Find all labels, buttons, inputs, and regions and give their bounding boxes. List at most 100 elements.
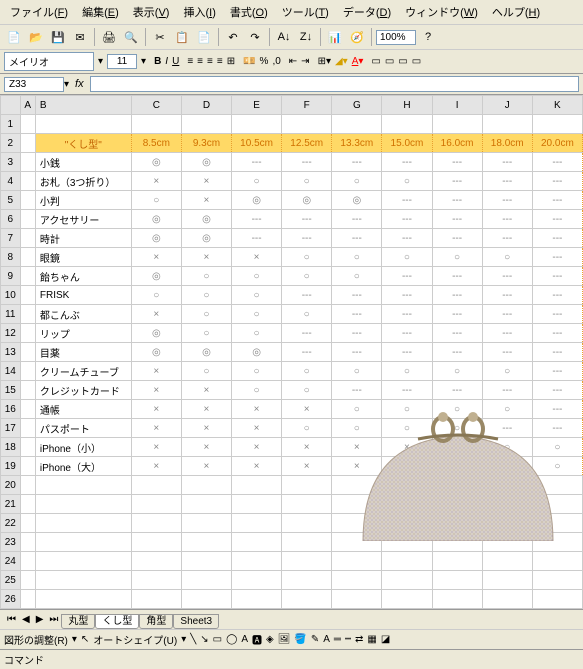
data-cell[interactable]: ○: [532, 457, 582, 476]
data-cell[interactable]: ---: [482, 191, 532, 210]
arrowstyle-icon[interactable]: ⇄: [355, 634, 363, 645]
data-cell[interactable]: ---: [382, 210, 432, 229]
data-cell[interactable]: ◎: [131, 324, 181, 343]
data-cell[interactable]: ---: [482, 381, 532, 400]
arrow-icon[interactable]: ↘: [200, 634, 208, 645]
data-cell[interactable]: ○: [482, 457, 532, 476]
data-cell[interactable]: ○: [131, 191, 181, 210]
data-cell[interactable]: ---: [382, 191, 432, 210]
clipart-icon[interactable]: 🖼: [278, 634, 291, 645]
sheet-tab[interactable]: くし型: [95, 614, 139, 629]
data-cell[interactable]: ○: [181, 305, 231, 324]
data-cell[interactable]: ○: [382, 172, 432, 191]
data-cell[interactable]: ---: [432, 381, 482, 400]
data-cell[interactable]: ---: [432, 210, 482, 229]
data-cell[interactable]: ○: [332, 419, 382, 438]
row-header[interactable]: 12: [1, 324, 21, 343]
merge-icon[interactable]: ⊞: [227, 56, 235, 67]
row-header[interactable]: 10: [1, 286, 21, 305]
extra-3-icon[interactable]: ▭: [398, 56, 407, 67]
row-header[interactable]: 9: [1, 267, 21, 286]
row-header[interactable]: 11: [1, 305, 21, 324]
data-cell[interactable]: ○: [131, 286, 181, 305]
data-cell[interactable]: ○: [232, 305, 282, 324]
fill-color-icon[interactable]: ◢▾: [335, 56, 348, 67]
textbox-icon[interactable]: A: [241, 634, 248, 645]
data-cell[interactable]: ○: [282, 248, 332, 267]
data-cell[interactable]: ---: [482, 324, 532, 343]
data-cell[interactable]: ---: [332, 286, 382, 305]
data-cell[interactable]: ---: [232, 210, 282, 229]
data-cell[interactable]: ---: [432, 229, 482, 248]
data-cell[interactable]: ×: [131, 438, 181, 457]
data-cell[interactable]: ○: [181, 362, 231, 381]
sort-desc-icon[interactable]: Z↓: [296, 27, 316, 47]
font-size-select[interactable]: 11: [107, 54, 137, 69]
new-icon[interactable]: 📄: [4, 27, 24, 47]
data-cell[interactable]: ○: [332, 400, 382, 419]
italic-icon[interactable]: I: [165, 56, 168, 67]
fillcolor-draw-icon[interactable]: 🪣: [294, 634, 306, 645]
data-cell[interactable]: ×: [181, 172, 231, 191]
shadow-icon[interactable]: ▦: [367, 634, 376, 645]
data-cell[interactable]: ◎: [282, 191, 332, 210]
fx-icon[interactable]: fx: [75, 78, 84, 90]
data-cell[interactable]: ○: [282, 305, 332, 324]
col-header[interactable]: K: [532, 96, 582, 115]
data-cell[interactable]: ○: [232, 362, 282, 381]
wordart-icon[interactable]: 🅰: [252, 632, 262, 647]
menu-item[interactable]: ツール(T): [276, 2, 335, 22]
data-cell[interactable]: ×: [232, 457, 282, 476]
row-header[interactable]: 7: [1, 229, 21, 248]
dashstyle-icon[interactable]: ┅: [345, 634, 351, 645]
data-cell[interactable]: ---: [482, 172, 532, 191]
data-cell[interactable]: ○: [382, 248, 432, 267]
data-cell[interactable]: ×: [232, 419, 282, 438]
data-cell[interactable]: ---: [532, 343, 582, 362]
row-header[interactable]: 20: [1, 476, 21, 495]
data-cell[interactable]: ---: [332, 153, 382, 172]
tab-next-icon[interactable]: ▶: [33, 614, 47, 625]
cut-icon[interactable]: ✂: [150, 27, 170, 47]
menu-item[interactable]: 表示(V): [127, 2, 176, 22]
oval-icon[interactable]: ◯: [226, 634, 237, 645]
data-cell[interactable]: ○: [282, 267, 332, 286]
line-icon[interactable]: ╲: [190, 634, 196, 645]
linecolor-draw-icon[interactable]: ✎: [311, 634, 319, 645]
extra-4-icon[interactable]: ▭: [412, 56, 421, 67]
data-cell[interactable]: ---: [332, 229, 382, 248]
tab-first-icon[interactable]: ⏮: [4, 614, 19, 625]
row-header[interactable]: 25: [1, 571, 21, 590]
paste-icon[interactable]: 📄: [194, 27, 214, 47]
data-cell[interactable]: ---: [332, 381, 382, 400]
data-cell[interactable]: ○: [382, 419, 432, 438]
data-cell[interactable]: ◎: [181, 229, 231, 248]
row-header[interactable]: 17: [1, 419, 21, 438]
data-cell[interactable]: ---: [532, 172, 582, 191]
data-cell[interactable]: ---: [232, 229, 282, 248]
row-header[interactable]: 15: [1, 381, 21, 400]
data-cell[interactable]: ×: [181, 381, 231, 400]
data-cell[interactable]: ×: [131, 457, 181, 476]
data-cell[interactable]: ---: [282, 343, 332, 362]
data-cell[interactable]: ---: [432, 172, 482, 191]
data-cell[interactable]: ○: [482, 400, 532, 419]
data-cell[interactable]: ---: [532, 362, 582, 381]
data-cell[interactable]: ×: [181, 400, 231, 419]
data-cell[interactable]: ○: [181, 267, 231, 286]
mail-icon[interactable]: ✉: [70, 27, 90, 47]
data-cell[interactable]: ---: [282, 286, 332, 305]
data-cell[interactable]: ---: [532, 419, 582, 438]
data-cell[interactable]: ---: [382, 286, 432, 305]
data-cell[interactable]: ---: [282, 229, 332, 248]
row-header[interactable]: 5: [1, 191, 21, 210]
data-cell[interactable]: ---: [482, 343, 532, 362]
data-cell[interactable]: ---: [482, 419, 532, 438]
indent-dec-icon[interactable]: ⇤: [289, 56, 297, 67]
data-cell[interactable]: ---: [532, 381, 582, 400]
data-cell[interactable]: ○: [181, 286, 231, 305]
sheet-tab[interactable]: Sheet3: [173, 614, 219, 629]
pointer-icon[interactable]: ↖: [81, 634, 89, 645]
col-header[interactable]: F: [282, 96, 332, 115]
data-cell[interactable]: ---: [432, 324, 482, 343]
